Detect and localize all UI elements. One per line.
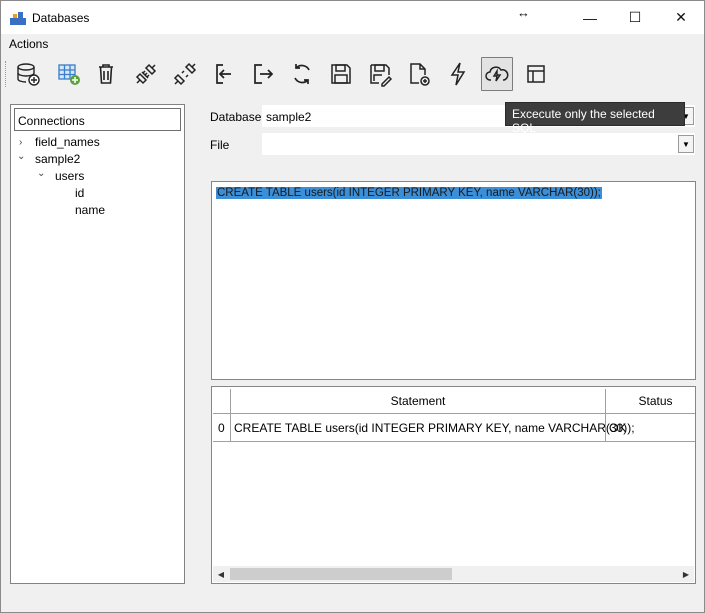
horizontal-scrollbar[interactable]: ◀ ▶ bbox=[213, 566, 694, 582]
tree-item-name[interactable]: name bbox=[75, 203, 105, 217]
maximize-button[interactable]: ☐ bbox=[613, 1, 657, 34]
new-file-icon[interactable] bbox=[403, 57, 435, 91]
disconnect-icon[interactable] bbox=[169, 57, 201, 91]
row-index[interactable]: 0 bbox=[213, 414, 231, 442]
save-icon[interactable] bbox=[325, 57, 357, 91]
connections-tree[interactable]: Connections › field_names ⌄ sample2 ⌄ us… bbox=[10, 104, 185, 584]
delete-icon[interactable] bbox=[90, 57, 122, 91]
tree-item-field-names[interactable]: field_names bbox=[35, 135, 100, 149]
menu-bar: Actions bbox=[1, 35, 704, 53]
refresh-icon[interactable] bbox=[286, 57, 318, 91]
minimize-button[interactable]: — bbox=[568, 1, 612, 34]
tree-item-sample2[interactable]: sample2 bbox=[35, 152, 80, 166]
collapsed-arrow-icon[interactable]: › bbox=[19, 137, 22, 148]
add-database-icon[interactable] bbox=[12, 57, 44, 91]
connections-header[interactable]: Connections bbox=[14, 108, 181, 131]
export-icon[interactable] bbox=[247, 57, 279, 91]
chevron-down-icon[interactable]: ▼ bbox=[678, 135, 694, 153]
column-header-status[interactable]: Status bbox=[606, 389, 695, 414]
import-icon[interactable] bbox=[208, 57, 240, 91]
results-table[interactable]: Statement Status 0 CREATE TABLE users(id… bbox=[211, 386, 696, 584]
cell-status[interactable]: OK bbox=[606, 414, 695, 442]
scroll-right-icon[interactable]: ▶ bbox=[678, 566, 694, 582]
toolbar-grip[interactable] bbox=[5, 61, 8, 87]
scroll-left-icon[interactable]: ◀ bbox=[213, 566, 229, 582]
expanded-arrow-icon[interactable]: ⌄ bbox=[17, 151, 25, 162]
save-as-icon[interactable] bbox=[364, 57, 396, 91]
file-label: File bbox=[210, 138, 230, 152]
row-header-corner bbox=[213, 389, 231, 414]
app-database-icon bbox=[10, 12, 26, 25]
tooltip: Excecute only the selected SQL bbox=[505, 102, 685, 135]
expanded-arrow-icon[interactable]: ⌄ bbox=[37, 168, 45, 179]
toolbar bbox=[1, 56, 704, 94]
add-table-icon[interactable] bbox=[53, 57, 85, 91]
table-view-icon[interactable] bbox=[520, 57, 552, 91]
databases-window: Databases ↔ — ☐ ✕ Actions Connections › … bbox=[0, 0, 705, 613]
column-header-statement[interactable]: Statement bbox=[231, 389, 606, 414]
tree-item-users[interactable]: users bbox=[55, 169, 84, 183]
sql-editor[interactable]: CREATE TABLE users(id INTEGER PRIMARY KE… bbox=[211, 181, 696, 380]
tree-item-id[interactable]: id bbox=[75, 186, 84, 200]
database-label: Database bbox=[210, 110, 262, 124]
execute-icon[interactable] bbox=[442, 57, 474, 91]
cell-statement[interactable]: CREATE TABLE users(id INTEGER PRIMARY KE… bbox=[231, 414, 635, 442]
execute-selected-icon[interactable] bbox=[481, 57, 513, 91]
file-select[interactable]: ▼ bbox=[262, 133, 695, 155]
connect-icon[interactable] bbox=[130, 57, 162, 91]
menu-actions[interactable]: Actions bbox=[9, 37, 48, 51]
title-bar[interactable]: Databases ↔ — ☐ ✕ bbox=[1, 1, 704, 34]
window-title: Databases bbox=[32, 11, 90, 25]
scrollbar-thumb[interactable] bbox=[230, 568, 452, 580]
selected-sql-text[interactable]: CREATE TABLE users(id INTEGER PRIMARY KE… bbox=[216, 187, 602, 199]
close-button[interactable]: ✕ bbox=[659, 1, 703, 34]
database-select-value: sample2 bbox=[266, 110, 312, 124]
resize-cursor-icon: ↔ bbox=[517, 5, 530, 20]
